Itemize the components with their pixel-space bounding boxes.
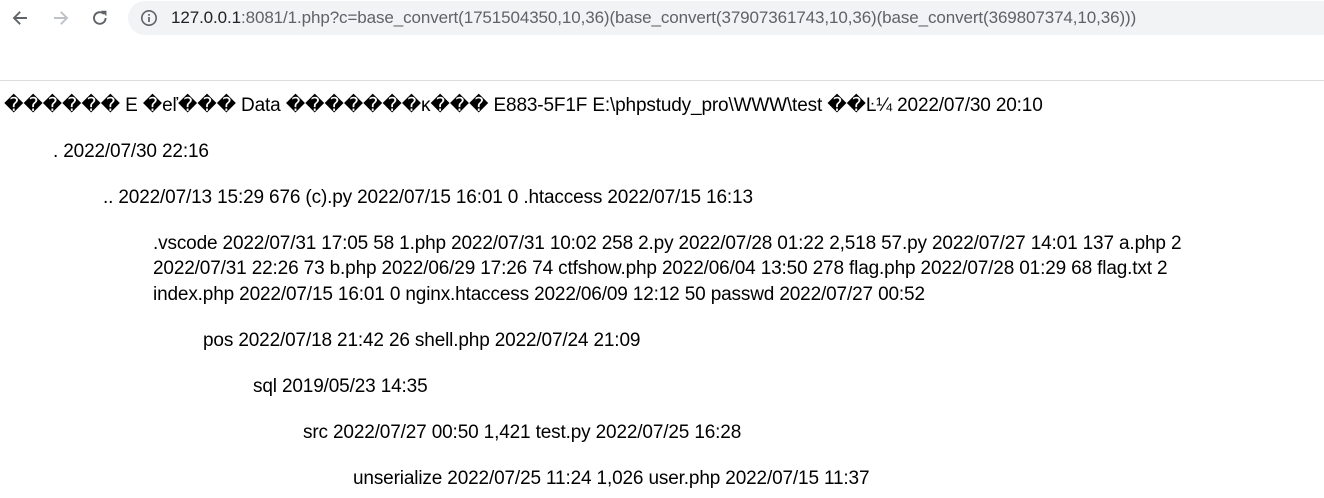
listing-line-5: 2022/07/31 22:26 73 b.php 2022/06/29 17:… — [153, 258, 1168, 279]
back-button[interactable] — [6, 4, 34, 32]
forward-button[interactable] — [47, 4, 75, 32]
url-path: :8081/1.php?c=base_convert(1751504350,10… — [241, 8, 1137, 27]
browser-toolbar: 127.0.0.1:8081/1.php?c=base_convert(1751… — [0, 0, 1324, 36]
listing-line-2: . 2022/07/30 22:16 — [53, 141, 209, 162]
page-content: ������ E �eľ��� Data �������ĸ��� E883-5F… — [0, 81, 1324, 498]
url-host: 127.0.0.1 — [171, 8, 241, 27]
arrow-right-icon — [54, 11, 69, 25]
listing-line-9: src 2022/07/27 00:50 1,421 test.py 2022/… — [303, 422, 742, 443]
listing-line-10: unserialize 2022/07/25 11:24 1,026 user.… — [353, 468, 870, 489]
listing-line-1: ������ E �eľ��� Data �������ĸ��� E883-5F… — [4, 95, 1043, 116]
listing-line-7: pos 2022/07/18 21:42 26 shell.php 2022/0… — [203, 330, 641, 351]
listing-line-3: .. 2022/07/13 15:29 676 (c).py 2022/07/1… — [103, 187, 753, 208]
reload-icon — [93, 10, 107, 25]
url-text[interactable]: 127.0.0.1:8081/1.php?c=base_convert(1751… — [171, 8, 1136, 28]
listing-line-6: index.php 2022/07/15 16:01 0 nginx.htacc… — [153, 284, 925, 305]
listing-line-8: sql 2019/05/23 14:35 — [253, 376, 428, 397]
address-bar[interactable]: 127.0.0.1:8081/1.php?c=base_convert(1751… — [128, 1, 1324, 35]
listing-line-4: .vscode 2022/07/31 17:05 58 1.php 2022/0… — [153, 233, 1182, 254]
reload-button[interactable] — [86, 4, 114, 32]
arrow-left-icon — [12, 11, 27, 25]
info-circle-icon[interactable] — [140, 9, 158, 27]
